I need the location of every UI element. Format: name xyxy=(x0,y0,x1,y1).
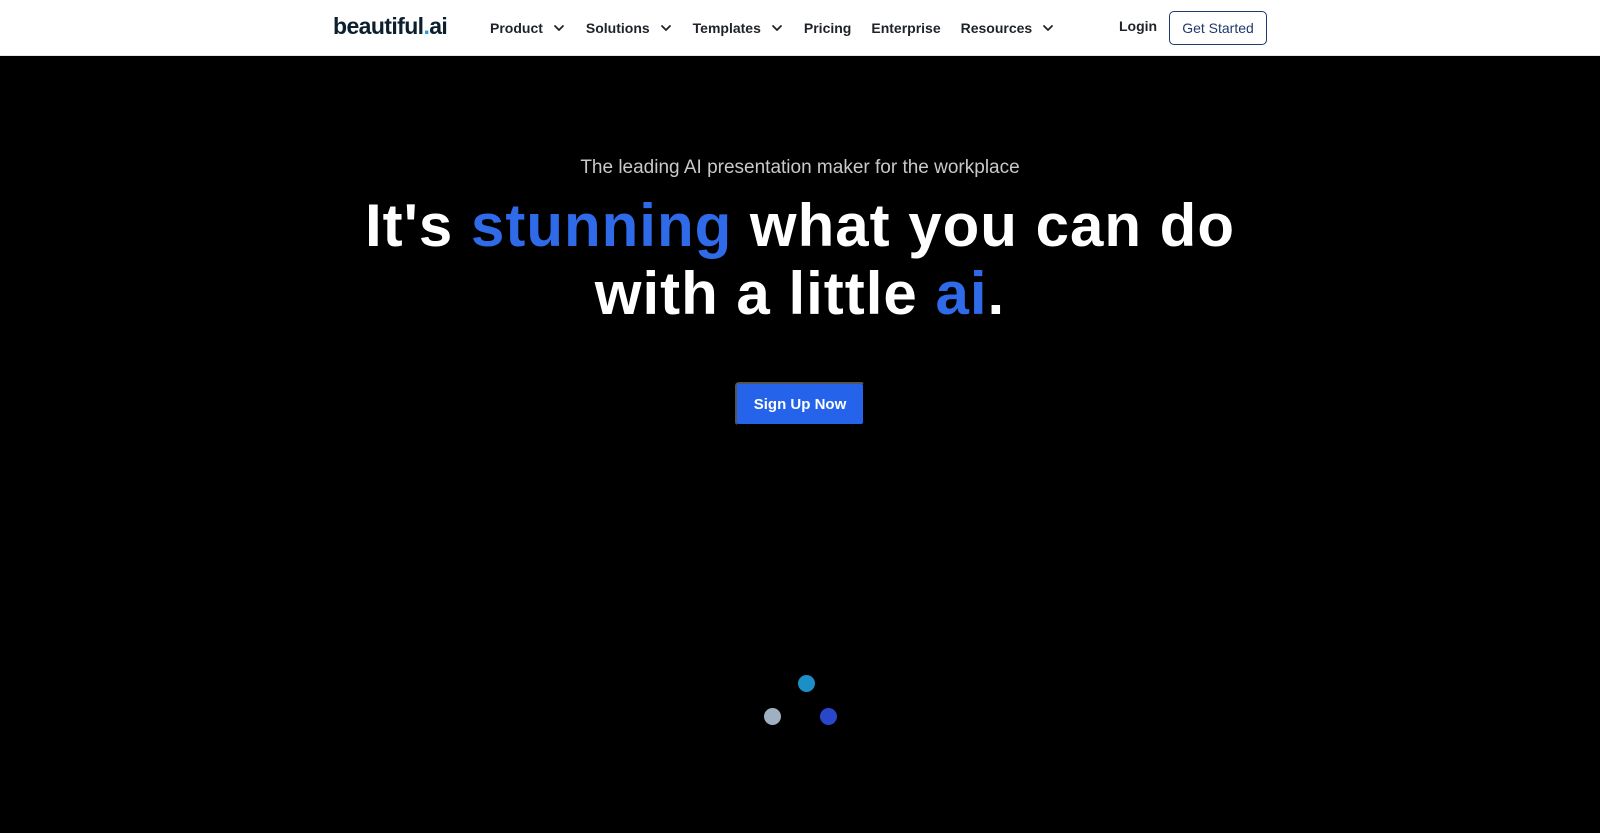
headline-text-2: what you can do xyxy=(732,192,1235,259)
chevron-down-icon xyxy=(659,21,673,35)
headline-text-1: It's xyxy=(365,192,471,259)
loader-ball-right xyxy=(820,708,837,725)
hero-tagline: The leading AI presentation maker for th… xyxy=(580,157,1020,178)
headline-accent-stunning: stunning xyxy=(470,192,733,259)
nav-item-pricing[interactable]: Pricing xyxy=(804,20,851,36)
top-navigation-bar: beautiful.ai Product Solutions Templates… xyxy=(0,0,1600,56)
login-link[interactable]: Login xyxy=(1119,18,1157,34)
get-started-button[interactable]: Get Started xyxy=(1169,11,1267,45)
nav-item-enterprise[interactable]: Enterprise xyxy=(871,20,940,36)
hero-headline: It's stunning what you can do with a litt… xyxy=(0,192,1600,328)
nav-item-label: Product xyxy=(490,20,543,36)
hero-section: The leading AI presentation maker for th… xyxy=(0,56,1600,833)
nav-item-label: Enterprise xyxy=(871,20,941,36)
nav-item-label: Templates xyxy=(692,20,761,36)
nav-item-templates[interactable]: Templates xyxy=(693,20,784,36)
loader-ball-top xyxy=(798,675,815,692)
chevron-down-icon xyxy=(1041,21,1055,35)
nav-item-label: Resources xyxy=(960,20,1033,36)
nav-item-product[interactable]: Product xyxy=(490,20,566,36)
logo-name: beautiful xyxy=(333,13,424,39)
nav-item-label: Solutions xyxy=(585,20,650,36)
sign-up-button[interactable]: Sign Up Now xyxy=(735,382,865,426)
nav-item-label: Pricing xyxy=(803,20,852,36)
logo-tld: ai xyxy=(429,13,448,39)
chevron-down-icon xyxy=(770,21,784,35)
loader-ball-left xyxy=(764,708,781,725)
chevron-down-icon xyxy=(552,21,566,35)
headline-text-4: . xyxy=(987,260,1006,327)
main-menu: Product Solutions Templates Pricing Ente… xyxy=(490,0,1075,56)
headline-accent-ai: ai xyxy=(935,260,988,327)
nav-item-resources[interactable]: Resources xyxy=(961,20,1056,36)
headline-text-3: with a little xyxy=(594,260,936,327)
nav-item-solutions[interactable]: Solutions xyxy=(586,20,673,36)
brand-logo[interactable]: beautiful.ai xyxy=(333,11,448,41)
